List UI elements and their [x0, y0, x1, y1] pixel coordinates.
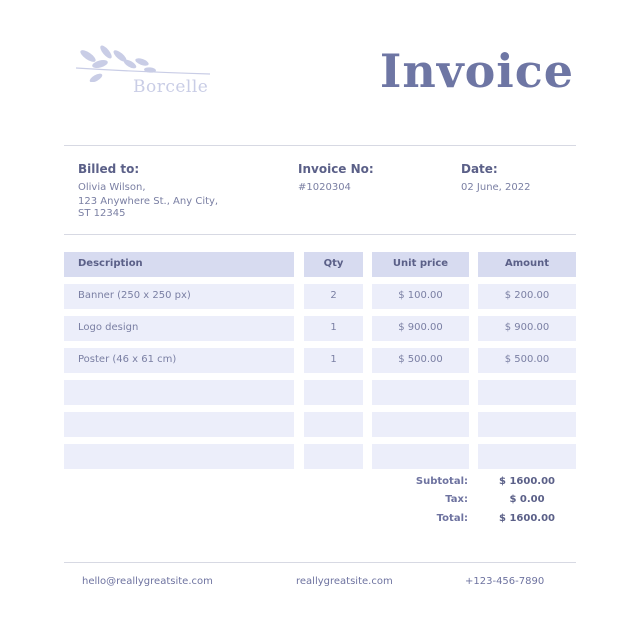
empty-row-cell — [64, 412, 294, 437]
row-description: Banner (250 x 250 px) — [78, 290, 191, 301]
table-row: Poster (46 x 61 cm) — [64, 348, 294, 373]
billed-to-block: Billed to: Olivia Wilson, 123 Anywhere S… — [78, 162, 218, 220]
subtotal-label: Subtotal: — [415, 476, 468, 487]
empty-row-cell — [304, 380, 363, 405]
empty-row-cell — [372, 444, 469, 469]
footer-email[interactable]: hello@reallygreatsite.com — [82, 576, 213, 587]
logo: Borcelle — [70, 42, 230, 102]
header-amount-label: Amount — [504, 258, 550, 269]
tax-label: Tax: — [445, 494, 468, 505]
row-unit-price: $ 500.00 — [398, 354, 443, 365]
row-amount-cell: $ 500.00 — [478, 348, 576, 373]
table-row: Logo design — [64, 316, 294, 341]
invoice-date: 02 June, 2022 — [461, 182, 531, 193]
row-amount: $ 200.00 — [504, 290, 550, 301]
header-amount: Amount — [478, 252, 576, 277]
empty-row-cell — [304, 444, 363, 469]
row-qty-cell: 2 — [304, 284, 363, 309]
row-description: Logo design — [78, 322, 139, 333]
page-title: Invoice — [379, 44, 574, 98]
tax-value: $ 0.00 — [509, 494, 545, 505]
row-unit-price: $ 900.00 — [398, 322, 443, 333]
empty-row-cell — [478, 380, 576, 405]
total-value: $ 1600.00 — [499, 513, 555, 524]
date-label: Date: — [461, 162, 498, 176]
empty-row-cell — [372, 380, 469, 405]
header-description: Description — [64, 252, 294, 277]
row-amount-cell: $ 200.00 — [478, 284, 576, 309]
row-amount: $ 500.00 — [504, 354, 550, 365]
row-qty-cell: 1 — [304, 316, 363, 341]
subtotal-value: $ 1600.00 — [499, 476, 555, 487]
empty-row-cell — [478, 412, 576, 437]
row-qty: 2 — [330, 290, 337, 301]
empty-row-cell — [64, 444, 294, 469]
header-unit-price: Unit price — [372, 252, 469, 277]
row-amount-cell: $ 900.00 — [478, 316, 576, 341]
invoice-number-block: Invoice No: #1020304 — [298, 162, 374, 194]
footer-website[interactable]: reallygreatsite.com — [296, 576, 393, 587]
divider-bottom — [64, 562, 576, 563]
header-description-label: Description — [78, 258, 143, 269]
empty-row-cell — [304, 412, 363, 437]
invoice-number-label: Invoice No: — [298, 162, 374, 176]
billed-name: Olivia Wilson, — [78, 182, 146, 193]
divider-top — [64, 145, 576, 146]
table-row: Banner (250 x 250 px) — [64, 284, 294, 309]
row-unit-price-cell: $ 900.00 — [372, 316, 469, 341]
row-qty-cell: 1 — [304, 348, 363, 373]
brand-name: Borcelle — [133, 77, 209, 97]
row-unit-price-cell: $ 500.00 — [372, 348, 469, 373]
row-amount: $ 900.00 — [504, 322, 550, 333]
row-unit-price: $ 100.00 — [398, 290, 443, 301]
header-qty-label: Qty — [323, 258, 344, 269]
empty-row-cell — [64, 380, 294, 405]
header-qty: Qty — [304, 252, 363, 277]
billed-to-label: Billed to: — [78, 162, 140, 176]
row-description: Poster (46 x 61 cm) — [78, 354, 177, 365]
invoice-number: #1020304 — [298, 182, 351, 193]
divider-middle — [64, 234, 576, 235]
total-label: Total: — [436, 513, 468, 524]
leaf-branch-icon — [75, 45, 211, 82]
billed-address-line1: 123 Anywhere St., Any City, — [78, 196, 219, 207]
empty-row-cell — [478, 444, 576, 469]
footer-phone: +123-456-7890 — [465, 576, 545, 587]
row-qty: 1 — [330, 322, 337, 333]
date-block: Date: 02 June, 2022 — [461, 162, 531, 194]
row-qty: 1 — [330, 354, 337, 365]
row-unit-price-cell: $ 100.00 — [372, 284, 469, 309]
header-unit-price-label: Unit price — [392, 258, 449, 269]
billed-address-line2: ST 12345 — [78, 208, 126, 219]
empty-row-cell — [372, 412, 469, 437]
